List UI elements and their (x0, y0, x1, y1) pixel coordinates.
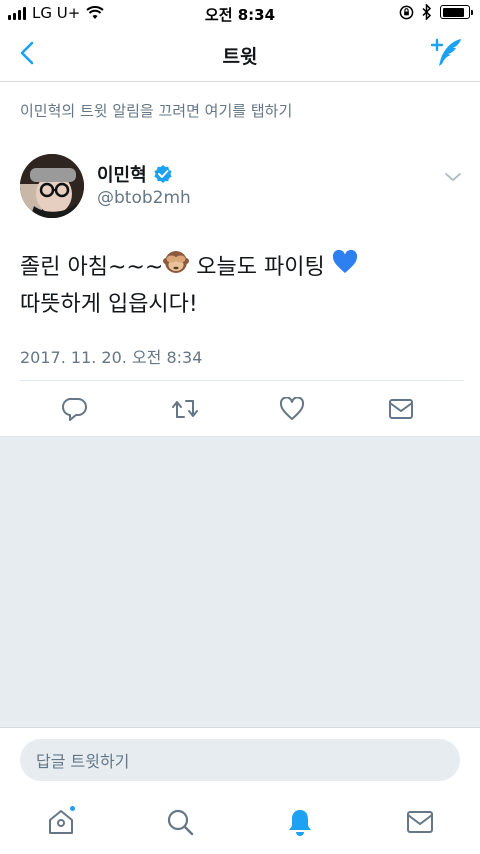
status-right (399, 4, 473, 20)
nav-bar: 트윗 (0, 26, 480, 82)
reply-button[interactable] (58, 392, 92, 426)
tab-messages[interactable] (403, 805, 437, 839)
bluetooth-icon (422, 4, 432, 20)
battery-icon (440, 5, 473, 19)
compose-tweet-icon (430, 38, 461, 66)
user-handle[interactable]: @btob2mh (97, 188, 191, 208)
divider (20, 380, 464, 381)
tweet-text: 졸린 아침~~~ 오늘도 파이팅 따뜻하게 입읍시다! (20, 249, 460, 323)
reply-icon (62, 397, 87, 421)
like-icon (279, 397, 305, 420)
tab-notifications[interactable] (283, 805, 317, 839)
tweet-menu-button[interactable] (444, 168, 462, 182)
tab-search[interactable] (163, 805, 197, 839)
user-name[interactable]: 이민혁 (97, 161, 173, 187)
see-no-evil-monkey-icon (163, 251, 190, 273)
user-name-text: 이민혁 (97, 165, 147, 186)
verified-badge-icon (154, 165, 172, 183)
blue-heart-icon (332, 249, 357, 273)
see-no-evil-monkey-emoji (163, 249, 190, 287)
tweet-line-2: 따뜻하게 입읍시다! (20, 292, 198, 317)
page-title: 트윗 (222, 46, 258, 68)
tweet-timestamp: 2017. 11. 20. 오전 8:34 (20, 348, 203, 367)
messages-icon (407, 811, 433, 833)
tab-home[interactable] (44, 805, 78, 839)
notification-hint-link[interactable]: 이민혁의 트윗 알림을 끄려면 여기를 탭하기 (20, 100, 292, 121)
retweet-icon (172, 400, 198, 418)
reply-bar: 답글 트윗하기 (0, 727, 480, 791)
retweet-button[interactable] (168, 392, 202, 426)
tweet-actions (0, 392, 480, 426)
blue-heart-emoji (332, 249, 358, 286)
tab-bar (0, 791, 480, 854)
avatar[interactable] (20, 154, 84, 218)
search-icon (167, 809, 194, 836)
new-content-dot (69, 805, 76, 812)
direct-message-icon (389, 399, 413, 419)
tweet-text-part-1: 졸린 아침~~~ (20, 255, 164, 280)
avatar-image (20, 154, 84, 218)
compose-tweet-button[interactable] (430, 36, 464, 70)
status-bar: LG U+ 오전 8:34 (0, 0, 480, 26)
notifications-icon (289, 810, 311, 836)
chevron-down-icon (445, 173, 461, 182)
replies-area (0, 437, 480, 727)
tweet-line-1: 졸린 아침~~~ 오늘도 파이팅 (20, 249, 460, 287)
tweet-text-part-2: 오늘도 파이팅 (189, 255, 332, 280)
orientation-lock-icon (399, 5, 414, 19)
like-button[interactable] (275, 392, 309, 426)
direct-message-button[interactable] (384, 392, 418, 426)
reply-input[interactable]: 답글 트윗하기 (20, 739, 460, 781)
